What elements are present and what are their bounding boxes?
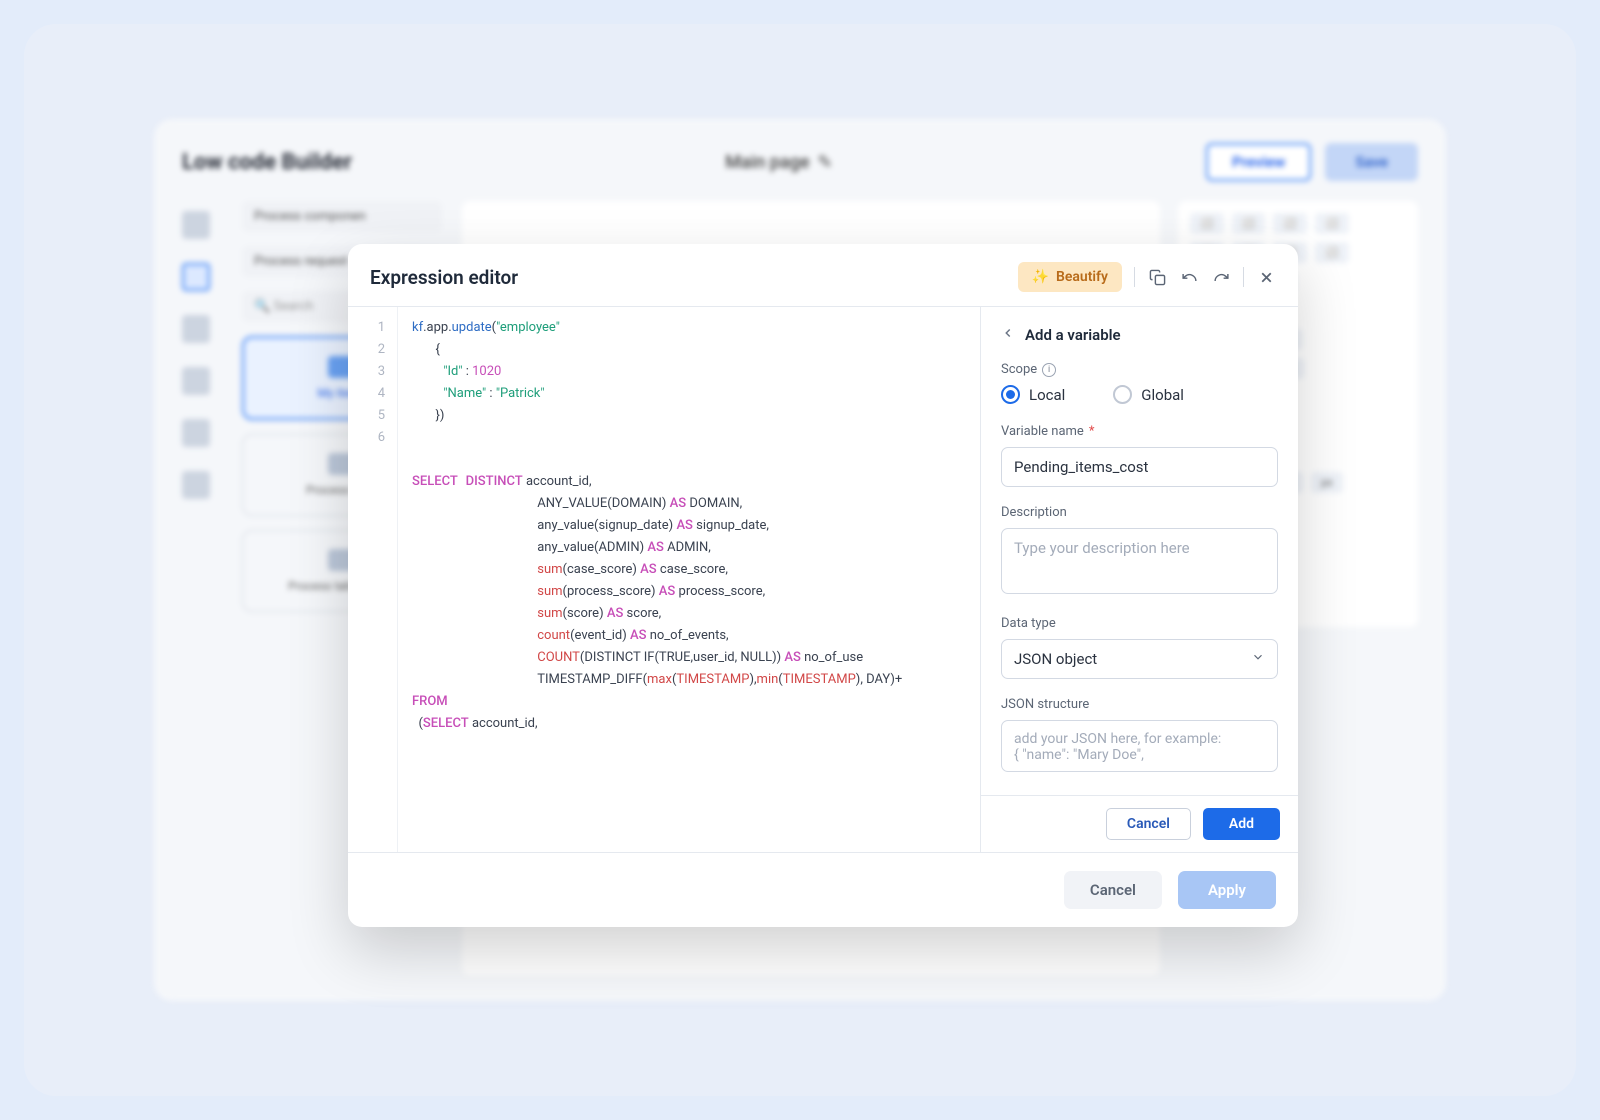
chevron-down-icon xyxy=(1251,650,1265,668)
description-input[interactable] xyxy=(1001,528,1278,594)
back-icon[interactable] xyxy=(1001,325,1015,344)
variable-panel: Add a variable Scope i Local xyxy=(980,307,1298,852)
scope-radio-global[interactable]: Global xyxy=(1113,385,1184,404)
expression-editor-modal: Expression editor ✨ Beautify xyxy=(348,244,1298,927)
copy-icon[interactable] xyxy=(1147,267,1167,287)
datatype-select[interactable]: JSON object xyxy=(1001,639,1278,679)
modal-title: Expression editor xyxy=(370,266,518,289)
variable-name-label: Variable name* xyxy=(1001,424,1278,439)
beautify-button[interactable]: ✨ Beautify xyxy=(1018,262,1122,292)
datatype-label: Data type xyxy=(1001,616,1278,631)
description-label: Description xyxy=(1001,505,1278,520)
code-content[interactable]: kf.app.update("employee" { "Id" : 1020 "… xyxy=(398,307,916,852)
modal-overlay: Expression editor ✨ Beautify xyxy=(24,24,1576,1096)
modal-apply-button[interactable]: Apply xyxy=(1178,871,1276,909)
scope-label: Scope i xyxy=(1001,362,1278,377)
info-icon[interactable]: i xyxy=(1042,363,1056,377)
magic-wand-icon: ✨ xyxy=(1032,269,1049,285)
variable-add-button[interactable]: Add xyxy=(1203,808,1280,840)
undo-icon[interactable] xyxy=(1179,267,1199,287)
variable-panel-title: Add a variable xyxy=(1025,326,1121,344)
line-gutter: 1 2 3 4 5 6 xyxy=(348,307,398,852)
json-structure-label: JSON structure xyxy=(1001,697,1278,712)
outer-frame: Low code Builder Main page ✎ Preview Sav… xyxy=(24,24,1576,1096)
code-editor[interactable]: 1 2 3 4 5 6 kf.app.update("employee" { "… xyxy=(348,307,980,852)
variable-name-input[interactable] xyxy=(1001,447,1278,487)
redo-icon[interactable] xyxy=(1211,267,1231,287)
modal-cancel-button[interactable]: Cancel xyxy=(1064,871,1162,909)
scope-radio-local[interactable]: Local xyxy=(1001,385,1065,404)
variable-cancel-button[interactable]: Cancel xyxy=(1106,808,1191,840)
json-structure-input[interactable]: add your JSON here, for example: { "name… xyxy=(1001,720,1278,772)
close-icon[interactable] xyxy=(1256,267,1276,287)
